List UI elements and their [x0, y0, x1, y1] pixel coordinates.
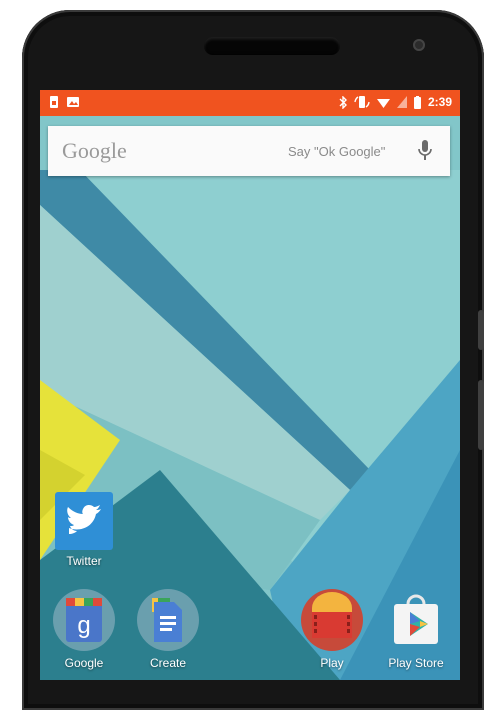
sim-icon [50, 96, 58, 108]
app-play-movies[interactable]: Play [292, 588, 372, 670]
app-label: Create [149, 656, 187, 670]
front-camera [413, 39, 425, 51]
google-icon: g [53, 589, 115, 651]
docs-icon [137, 589, 199, 651]
mic-icon[interactable] [418, 140, 432, 162]
app-create[interactable]: Create [128, 588, 208, 670]
app-label: Twitter [66, 554, 102, 568]
wifi-icon [376, 98, 390, 108]
play-movies-icon [301, 589, 363, 651]
play-store-icon [394, 594, 438, 644]
app-label: Play [320, 656, 344, 670]
svg-text:g: g [77, 612, 90, 639]
status-bar: 2:39 [40, 90, 460, 116]
app-twitter[interactable]: Twitter [44, 492, 124, 568]
power-button [478, 380, 484, 450]
twitter-icon [55, 492, 113, 550]
google-search-bar[interactable]: Google Say "Ok Google" [48, 126, 450, 176]
app-play-store[interactable]: Play Store [376, 588, 456, 670]
app-label: Google [64, 656, 104, 670]
voice-hint: Say "Ok Google" [288, 144, 386, 159]
status-time: 2:39 [427, 95, 452, 109]
app-google[interactable]: g Google [44, 588, 124, 670]
volume-button [478, 310, 484, 350]
rotate-icon [354, 96, 370, 108]
home-screen: 2:39 Google Say "Ok Google" Twitter g Go… [40, 90, 460, 680]
app-label: Play Store [388, 656, 444, 670]
signal-icon [396, 96, 407, 108]
google-logo: Google [62, 138, 127, 163]
photo-icon [67, 97, 79, 107]
speaker-grille [204, 37, 340, 55]
bluetooth-icon [339, 95, 347, 109]
battery-icon [413, 95, 421, 109]
